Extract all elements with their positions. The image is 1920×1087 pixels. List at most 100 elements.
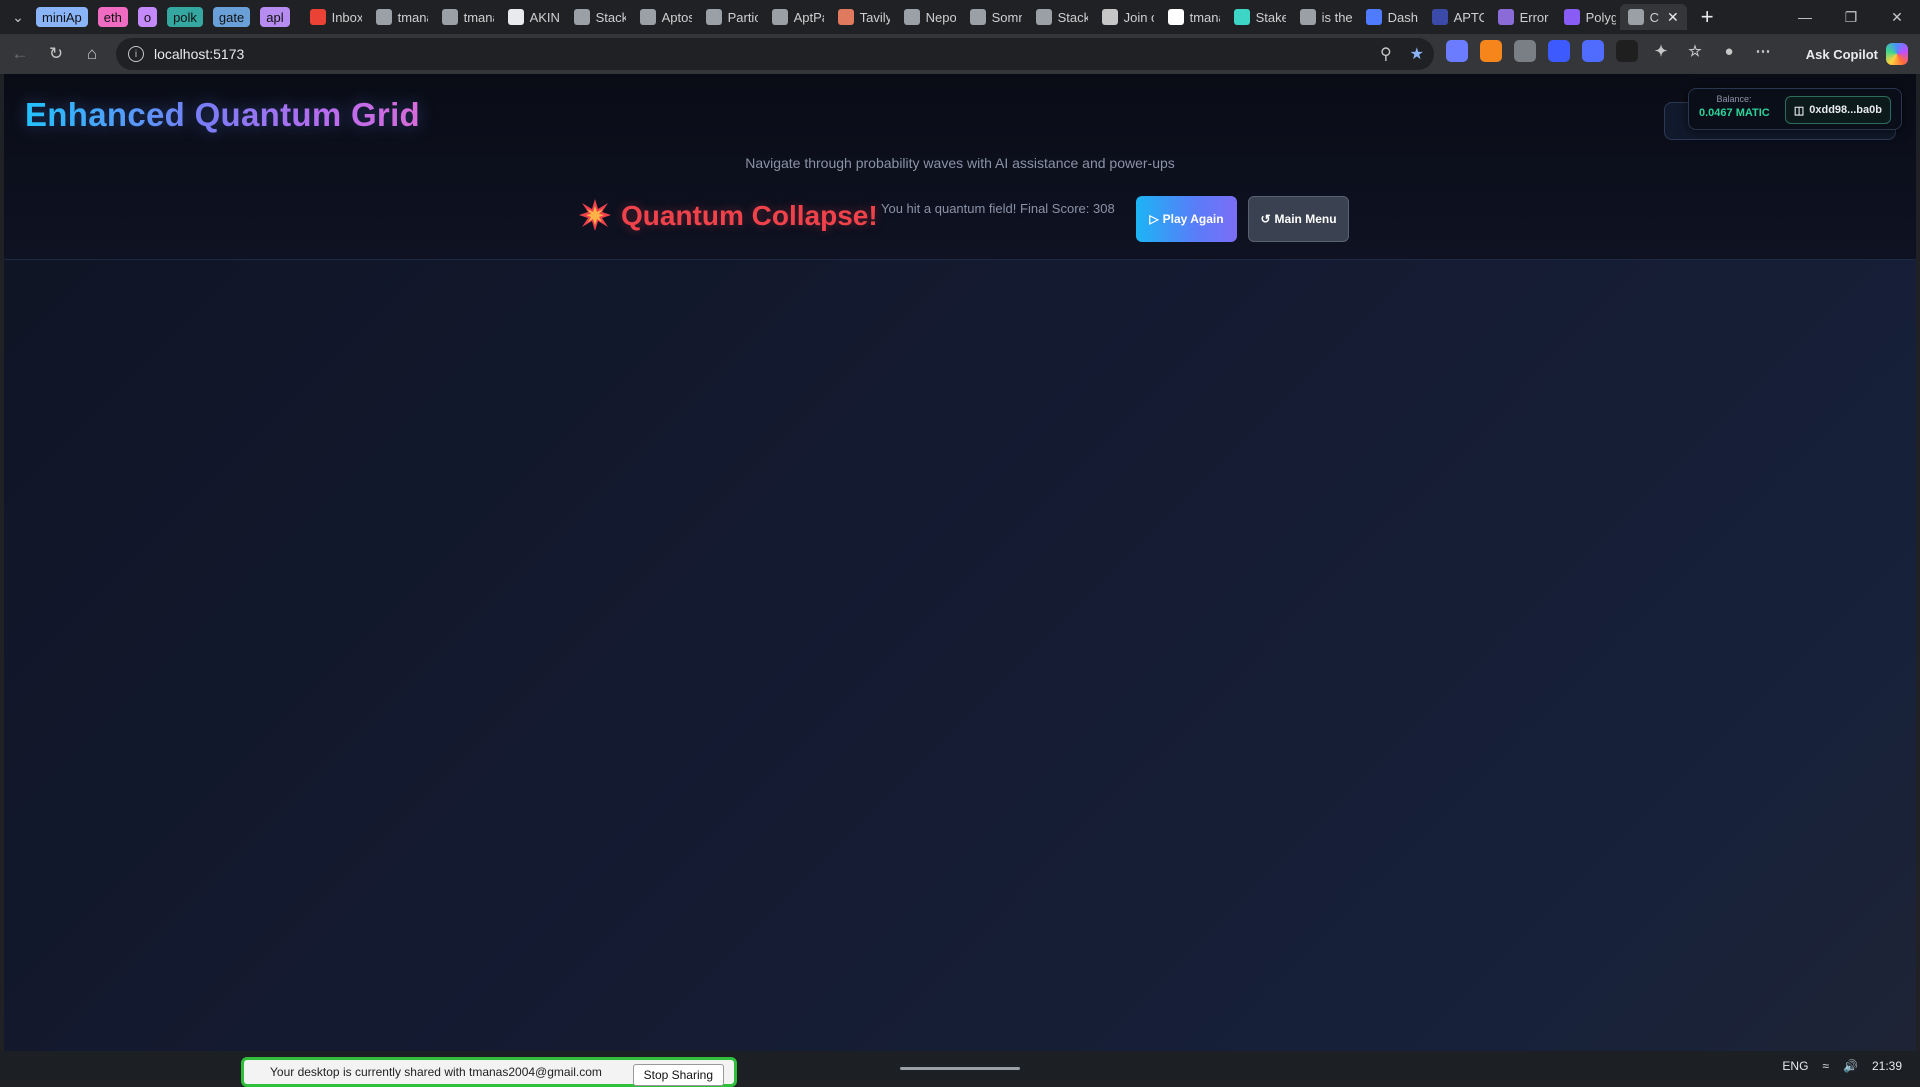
close-tab-icon[interactable]: ✕	[1667, 9, 1679, 26]
address-bar[interactable]: i localhost:5173 ⚲ ★	[116, 38, 1434, 70]
wallet-address-button[interactable]: ◫ 0xdd98...ba0b	[1784, 96, 1891, 124]
tab-group-4[interactable]: gate	[212, 7, 251, 27]
tab-title: AptPa	[793, 9, 824, 25]
volume-icon[interactable]: 🔊	[1843, 1059, 1858, 1073]
page-icon	[1431, 9, 1448, 25]
restore-button[interactable]: ❐	[1828, 0, 1874, 34]
play-icon: ▷	[1149, 212, 1159, 226]
favorites-icon[interactable]: ☆	[1684, 40, 1706, 62]
clock[interactable]: 21:39	[1872, 1059, 1902, 1073]
tab-title: Partic	[727, 9, 758, 25]
browser-tab[interactable]: Stack	[564, 4, 626, 30]
browser-tab[interactable]: Stake	[1224, 4, 1286, 30]
home-icon[interactable]: ⌂	[74, 38, 110, 70]
dots-icon	[573, 9, 590, 25]
polygon-icon	[1563, 9, 1580, 25]
address-url[interactable]: localhost:5173	[154, 46, 244, 62]
screen-share-banner: Your desktop is currently shared with tm…	[241, 1057, 737, 1087]
browser-tab[interactable]: Inbox	[300, 4, 362, 30]
browser-tab[interactable]: tmana	[366, 4, 428, 30]
browser-tab[interactable]: tmana	[432, 4, 494, 30]
extension-5-icon[interactable]	[1582, 40, 1604, 62]
zoom-icon[interactable]: ⚲	[1380, 44, 1392, 64]
main-menu-button[interactable]: ↺ Main Menu	[1248, 196, 1349, 242]
browser-tab[interactable]: tmana	[1158, 4, 1220, 30]
extension-1-icon[interactable]	[1446, 40, 1468, 62]
tab-title: Tavily	[859, 9, 890, 25]
more-menu-icon[interactable]: ⋯	[1752, 40, 1774, 62]
browser-tab[interactable]: Nepo	[894, 4, 956, 30]
tab-title: AKINE	[529, 9, 560, 25]
browser-tab[interactable]: Stack	[1026, 4, 1088, 30]
dots-icon	[969, 9, 986, 25]
play-again-button[interactable]: ▷ Play Again	[1136, 196, 1237, 242]
extension-4-icon[interactable]	[1548, 40, 1570, 62]
minimize-button[interactable]: —	[1782, 0, 1828, 34]
new-tab-button[interactable]: +	[1701, 4, 1714, 30]
page-icon	[441, 9, 458, 25]
taskbar-handle[interactable]	[900, 1067, 1020, 1070]
browser-tab[interactable]: AKINE	[498, 4, 560, 30]
active-tab[interactable]: C ✕	[1619, 4, 1687, 30]
game-header: Enhanced Quantum Grid Navigate through p…	[4, 74, 1916, 260]
close-window-button[interactable]: ✕	[1874, 0, 1920, 34]
browser-tab[interactable]: Tavily	[828, 4, 890, 30]
back-arrow-icon[interactable]: ←	[2, 38, 38, 70]
stop-sharing-button[interactable]: Stop Sharing	[632, 1064, 724, 1086]
wallet-icon: ◫	[1793, 104, 1805, 117]
tab-group-1[interactable]: eth	[97, 7, 128, 27]
tab-group-2[interactable]: o	[137, 7, 158, 27]
browser-tab[interactable]: AptPa	[762, 4, 824, 30]
page-icon	[375, 9, 392, 25]
game-over-status: Quantum Collapse! You hit a quantum fiel…	[578, 192, 1358, 248]
browser-tab[interactable]: Partic	[696, 4, 758, 30]
puzzle-extensions-icon[interactable]: ✦	[1650, 40, 1672, 62]
browser-tab[interactable]: APTO	[1422, 4, 1484, 30]
extensions-bar: ✦ ☆ ● ⋯	[1446, 40, 1774, 62]
browser-tab[interactable]: is the	[1290, 4, 1352, 30]
extension-3-icon[interactable]	[1514, 40, 1536, 62]
tab-group-3[interactable]: polk	[167, 7, 203, 27]
tab-title: tmana	[1189, 9, 1220, 25]
browser-tab[interactable]: Error	[1488, 4, 1550, 30]
favorite-star-icon[interactable]: ★	[1410, 44, 1424, 64]
tab-title: Stack	[1057, 9, 1088, 25]
link-icon	[1497, 9, 1514, 25]
tab-title: tmana	[463, 9, 494, 25]
wallet-panel: Balance: 0.0467 MATIC ◫ 0xdd98...ba0b	[1688, 88, 1902, 130]
extension-6-icon[interactable]	[1616, 40, 1638, 62]
page-icon	[1627, 9, 1644, 25]
browser-tab[interactable]: Join o	[1092, 4, 1154, 30]
browser-tab[interactable]: Somn	[960, 4, 1022, 30]
browser-tab[interactable]: Polyg	[1554, 4, 1616, 30]
balance-label: Balance:	[1716, 94, 1752, 104]
tab-title: Aptos	[661, 9, 692, 25]
tab-list-chevron-icon[interactable]: ⌄	[0, 0, 36, 34]
wifi-icon[interactable]: ≈	[1822, 1059, 1829, 1073]
browser-tab-strip: ⌄ miniAp ethopolk gateapl Inbox tmana tmana AK…	[0, 0, 1920, 34]
share-message: Your desktop is currently shared with tm…	[270, 1065, 602, 1079]
tab-title: tmana	[397, 9, 428, 25]
balance-value: 0.0467 MATIC	[1699, 107, 1770, 119]
globe-icon	[1101, 9, 1118, 25]
wallet-address: 0xdd98...ba0b	[1809, 104, 1882, 116]
profile-avatar-icon[interactable]: ●	[1718, 40, 1740, 62]
tab-title: is the	[1321, 9, 1352, 25]
tab-group-0[interactable]: miniAp	[36, 7, 88, 27]
globe-icon	[1299, 9, 1316, 25]
tab-title: Stake	[1255, 9, 1286, 25]
reload-icon[interactable]: ↻	[38, 38, 74, 70]
collision-burst-icon	[579, 199, 611, 231]
tab-title: Somn	[991, 9, 1022, 25]
browser-tab[interactable]: Dash	[1356, 4, 1418, 30]
tab-title: Stack	[595, 9, 626, 25]
tab-group-5[interactable]: apl	[260, 7, 290, 27]
ask-copilot-button[interactable]: Ask Copilot	[1806, 40, 1908, 68]
browser-tab[interactable]: Aptos	[630, 4, 692, 30]
language-indicator[interactable]: ENG	[1782, 1059, 1808, 1073]
site-info-icon[interactable]: i	[128, 46, 144, 62]
tab-title: Error	[1519, 9, 1549, 25]
tab-title: APTO	[1453, 9, 1484, 25]
metamask-icon[interactable]	[1480, 40, 1502, 62]
tab-title: Dash	[1387, 9, 1418, 25]
